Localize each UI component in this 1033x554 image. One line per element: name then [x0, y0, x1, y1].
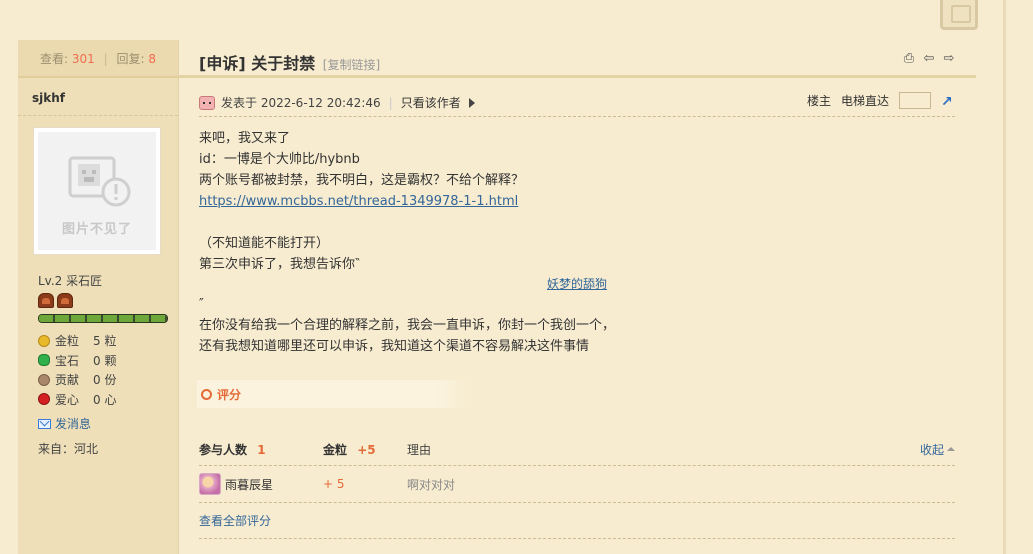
collapse-button[interactable]: 收起	[920, 441, 955, 458]
gold-cell: 金粒 +5	[323, 441, 407, 458]
collapse-label: 收起	[919, 442, 944, 457]
post-line: 两个账号都被封禁，我不明白，这是霸权？不给个解释？	[199, 173, 525, 188]
prop-value: 0 份	[93, 373, 117, 388]
jump-icon[interactable]: ↗	[941, 94, 955, 110]
rater[interactable]: 雨暮辰星	[199, 473, 323, 495]
participants-count: 1	[257, 442, 266, 457]
rater-name[interactable]: 雨暮辰星	[225, 476, 273, 493]
prop-value: 5 粒	[93, 334, 117, 349]
gold-label: 金粒	[323, 442, 348, 457]
view-all-ratings[interactable]: 查看全部评分	[199, 503, 955, 539]
medal-icon[interactable]	[57, 293, 73, 308]
rating-circle-icon	[201, 388, 212, 400]
post-line: 在你没有给我一个合理的解释之前，我会一直申诉，你封一个我创一个，	[199, 318, 616, 333]
author-properties: 金粒 5 粒 宝石 0 颗 贡献 0 份 爱心 0 心	[38, 331, 116, 409]
copy-link-button[interactable]: [复制链接]	[323, 58, 380, 72]
prop-name: 贡献	[55, 373, 80, 388]
send-message-label: 发消息	[55, 417, 92, 431]
post-line: 还有我想知道哪里还可以申诉，我知道这个渠道不容易解决这件事情	[199, 339, 590, 354]
rating-tab[interactable]: 评分	[197, 380, 469, 408]
floor-label: 楼主	[806, 94, 831, 108]
views-count: 301	[71, 52, 95, 66]
post-line: https://www.mcbbs.net/thread-1349978-1-1…	[199, 191, 939, 212]
broken-image-icon	[68, 156, 131, 207]
reason-header: 理由	[407, 442, 432, 457]
rating-header: 参与人数 1 金粒 +5 理由 收起	[199, 433, 955, 466]
prop-name: 宝石	[55, 353, 80, 368]
prop-name: 金粒	[55, 334, 80, 349]
medals	[38, 293, 73, 308]
decorative-corner-icon	[940, 0, 978, 30]
author-location: 来自：河北	[38, 442, 99, 456]
avatar[interactable]: 图片不见了	[33, 127, 161, 255]
thread-title: [申诉] 关于封禁 [复制链接]	[199, 50, 380, 74]
thread-title-bar: [申诉] 关于封禁 [复制链接] ⎙ ⇦ ⇨	[179, 40, 976, 78]
prop-gold: 金粒 5 粒	[38, 331, 116, 351]
prop-value: 0 颗	[93, 353, 117, 368]
caret-up-icon	[947, 447, 955, 451]
floor-tools: 楼主 电梯直达 ↗	[806, 92, 955, 110]
previous-thread-icon[interactable]: ⇦	[922, 52, 936, 66]
rating-row: 雨暮辰星 + 5 啊对对对	[199, 466, 955, 503]
avatar-caption: 图片不见了	[61, 222, 132, 237]
contribution-icon	[38, 373, 50, 386]
post-content: 来吧，我又来了 id：一博是个大帅比/hybnb 两个账号都被封禁，我不明白，这…	[199, 128, 939, 357]
rating-table: 参与人数 1 金粒 +5 理由 收起 雨暮辰星 + 5 啊对对对 查看全部评分	[199, 433, 955, 539]
prop-love: 爱心 0 心	[38, 390, 116, 410]
experience-bar	[38, 314, 168, 323]
replies-count: 8	[148, 52, 156, 66]
meta-separator: |	[388, 95, 393, 110]
post-main: [申诉] 关于封禁 [复制链接] ⎙ ⇦ ⇨ 发表于 2022-6-12 20:…	[179, 40, 976, 554]
author-name[interactable]: sjkhf	[18, 78, 178, 116]
author-level[interactable]: Lv.2 采石匠	[38, 272, 102, 289]
rater-reason: 啊对对对	[407, 477, 456, 492]
prop-contribution: 贡献 0 份	[38, 370, 116, 390]
prop-gem: 宝石 0 颗	[38, 351, 116, 371]
mail-icon	[38, 418, 51, 429]
post-line: （不知道能不能打开）	[199, 236, 330, 251]
participants-cell: 参与人数 1	[199, 441, 323, 458]
stats-separator: |	[103, 52, 108, 66]
send-message-link[interactable]: 发消息	[38, 415, 91, 432]
online-status-icon	[199, 95, 215, 110]
only-author-link[interactable]: 只看该作者	[401, 94, 461, 111]
experience-fill	[39, 315, 167, 322]
quote-link[interactable]: 妖梦的舔狗	[547, 277, 607, 291]
author-sidebar: 查看: 301 | 回复: 8 sjkhf 图片不见了 Lv.2 采石匠 金粒 …	[18, 40, 179, 554]
quote-line: 妖梦的舔狗	[199, 275, 939, 294]
rater-avatar[interactable]	[199, 473, 221, 495]
view-all-label[interactable]: 查看全部评分	[199, 512, 271, 529]
medal-icon[interactable]	[38, 293, 54, 308]
print-icon[interactable]: ⎙	[902, 52, 916, 66]
prop-name: 爱心	[55, 392, 80, 407]
rating-tab-label: 评分	[217, 387, 242, 402]
gem-icon	[38, 354, 50, 367]
post-line: 来吧，我又来了	[199, 131, 291, 146]
post-line: id：一博是个大帅比/hybnb	[199, 152, 360, 167]
views-label: 查看:	[40, 52, 69, 66]
post-meta: 发表于 2022-6-12 20:42:46 | 只看该作者 楼主 电梯直达 ↗	[199, 89, 955, 117]
floor-jump-input[interactable]	[899, 92, 931, 109]
participants-label: 参与人数	[199, 442, 248, 457]
rater-gold: + 5	[323, 477, 345, 491]
prop-value: 0 心	[93, 392, 117, 407]
post-line: 第三次申诉了，我想告诉你‶	[199, 257, 360, 272]
post-line: ″	[199, 297, 204, 312]
page-border-line	[1003, 0, 1006, 554]
elevator-label: 电梯直达	[840, 94, 889, 108]
gold-total: +5	[357, 442, 376, 457]
thread-link[interactable]: https://www.mcbbs.net/thread-1349978-1-1…	[199, 194, 518, 209]
thread-title-text: [申诉] 关于封禁	[199, 54, 316, 73]
triangle-right-icon[interactable]	[468, 97, 475, 108]
thread-tools: ⎙ ⇦ ⇨	[902, 52, 956, 66]
gold-nugget-icon	[38, 334, 50, 347]
replies-label: 回复:	[116, 52, 145, 66]
next-thread-icon[interactable]: ⇨	[942, 52, 956, 66]
broken-image-placeholder: 图片不见了	[38, 132, 156, 250]
post-time: 发表于 2022-6-12 20:42:46	[221, 96, 381, 110]
thread-stats: 查看: 301 | 回复: 8	[18, 40, 178, 78]
apple-icon	[38, 393, 50, 406]
